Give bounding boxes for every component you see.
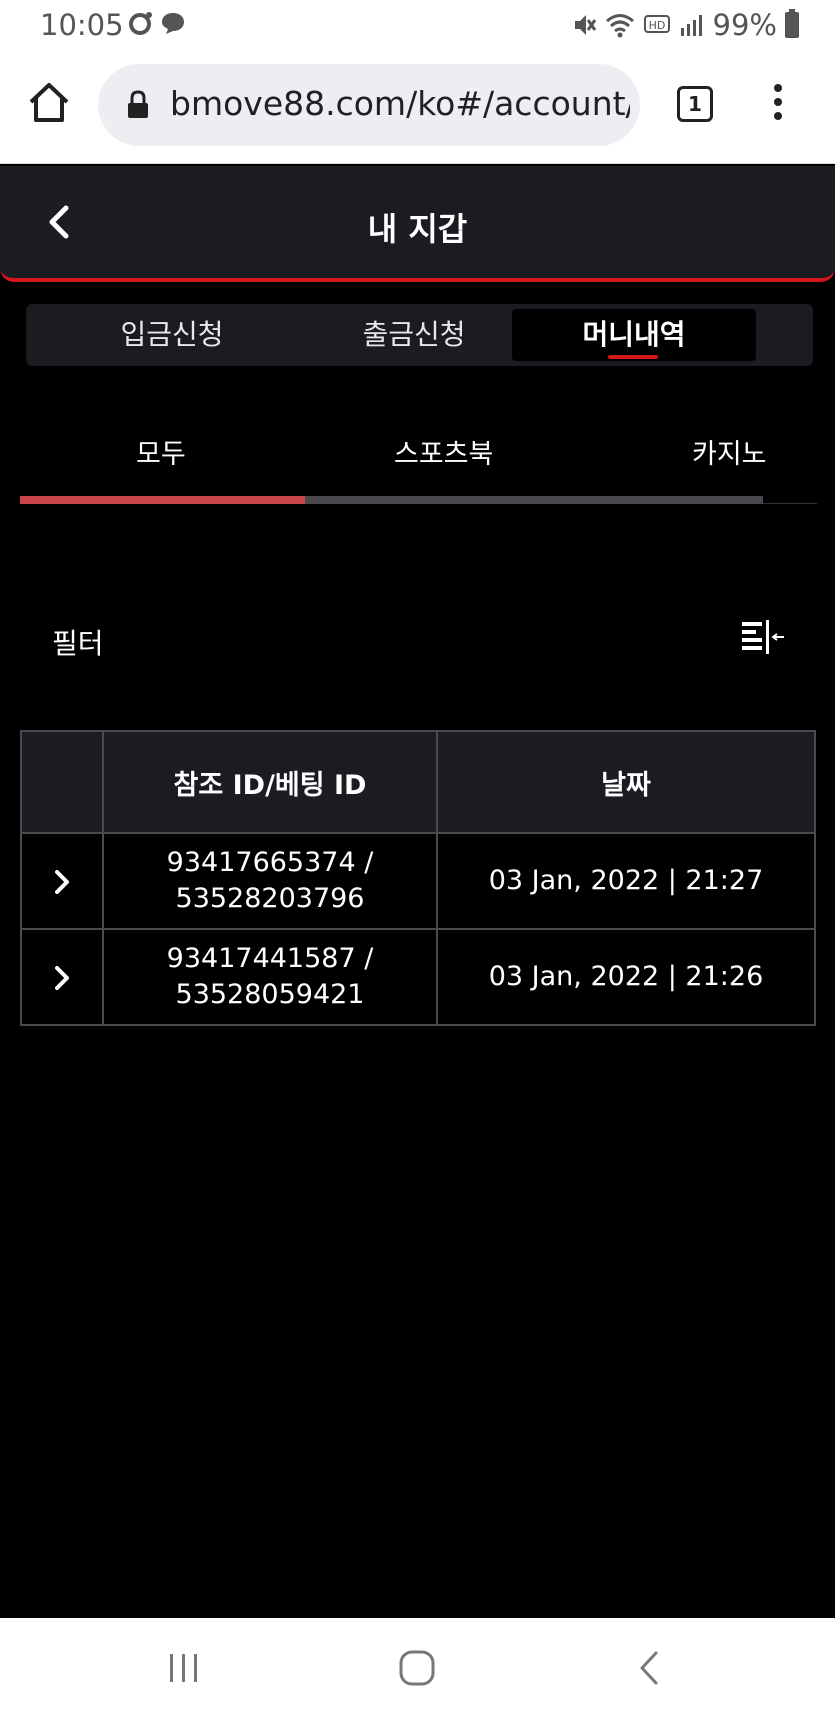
lock-icon <box>128 90 148 118</box>
home-button-icon[interactable] <box>397 1650 437 1686</box>
table-header-date: 날짜 <box>436 730 816 834</box>
signal-icon <box>680 15 702 36</box>
sub-tab-bar: 모두 스포츠북 카지노 <box>20 420 817 510</box>
money-history-table: 참조 ID/베팅 ID 날짜 93417665374 / 53528203796… <box>20 730 816 1026</box>
tab-switcher-button[interactable]: 1 <box>677 86 713 122</box>
ref-id: 93417441587 / <box>166 943 374 974</box>
ref-id-cell: 93417665374 / 53528203796 <box>102 832 438 930</box>
sub-tab-sportsbook[interactable]: 스포츠북 <box>394 432 493 471</box>
browser-toolbar: bmove88.com/ko#/account/ 1 <box>0 52 835 164</box>
chat-bubble-icon <box>162 13 184 34</box>
ref-id: 93417665374 / <box>166 847 374 878</box>
bet-id: 53528059421 <box>175 979 365 1010</box>
main-tab-bar: 입금신청 출금신청 머니내역 <box>26 304 813 366</box>
tab-deposit-request[interactable]: 입금신청 <box>50 309 294 361</box>
sub-tab-divider <box>763 503 817 504</box>
address-bar[interactable]: bmove88.com/ko#/account/ <box>98 64 640 146</box>
tab-money-history-label: 머니내역 <box>582 318 686 351</box>
page-title: 내 지갑 <box>367 210 468 248</box>
system-nav-bar <box>0 1618 835 1716</box>
chevron-right-icon <box>55 965 69 990</box>
table-row: 93417441587 / 53528059421 03 Jan, 2022 |… <box>20 928 816 1026</box>
table-row: 93417665374 / 53528203796 03 Jan, 2022 |… <box>20 832 816 930</box>
status-time: 10:05 <box>40 8 124 42</box>
app-header: 내 지갑 <box>0 166 835 282</box>
bet-id: 53528203796 <box>175 883 365 914</box>
active-tab-indicator <box>608 355 658 359</box>
sub-tab-casino[interactable]: 카지노 <box>692 432 767 471</box>
sub-tab-active-indicator <box>20 496 305 504</box>
tab-money-history[interactable]: 머니내역 <box>512 309 756 361</box>
url-text: bmove88.com/ko#/account/ <box>170 84 630 123</box>
status-right: HD 99% <box>573 8 799 42</box>
mute-icon <box>574 15 596 35</box>
battery-percent: 99% <box>712 8 777 42</box>
table-header-row: 참조 ID/베팅 ID 날짜 <box>20 730 816 834</box>
status-bar: 10:05 HD 99% <box>0 0 835 52</box>
table-header-expand <box>20 730 104 834</box>
battery-icon <box>785 9 799 38</box>
row-expand-button[interactable] <box>20 928 104 1026</box>
table-header-ref-id: 참조 ID/베팅 ID <box>102 730 438 834</box>
chevron-right-icon <box>55 869 69 894</box>
tab-withdrawal-request[interactable]: 출금신청 <box>292 309 536 361</box>
filter-label: 필터 <box>52 627 104 660</box>
status-left-icons <box>128 10 186 36</box>
sub-tab-all[interactable]: 모두 <box>136 432 186 471</box>
recent-apps-icon[interactable] <box>164 1650 204 1686</box>
filter-toggle-icon[interactable] <box>740 618 786 658</box>
notification-circle-icon <box>129 12 152 35</box>
hd-voice-icon: HD <box>643 15 670 33</box>
row-expand-button[interactable] <box>20 832 104 930</box>
date-cell: 03 Jan, 2022 | 21:27 <box>436 832 816 930</box>
date-cell: 03 Jan, 2022 | 21:26 <box>436 928 816 1026</box>
browser-menu-icon[interactable] <box>770 84 786 126</box>
ref-id-cell: 93417441587 / 53528059421 <box>102 928 438 1026</box>
svg-text:HD: HD <box>648 19 665 32</box>
home-icon[interactable] <box>26 80 72 126</box>
wifi-icon <box>605 14 634 38</box>
system-back-icon[interactable] <box>630 1650 670 1686</box>
